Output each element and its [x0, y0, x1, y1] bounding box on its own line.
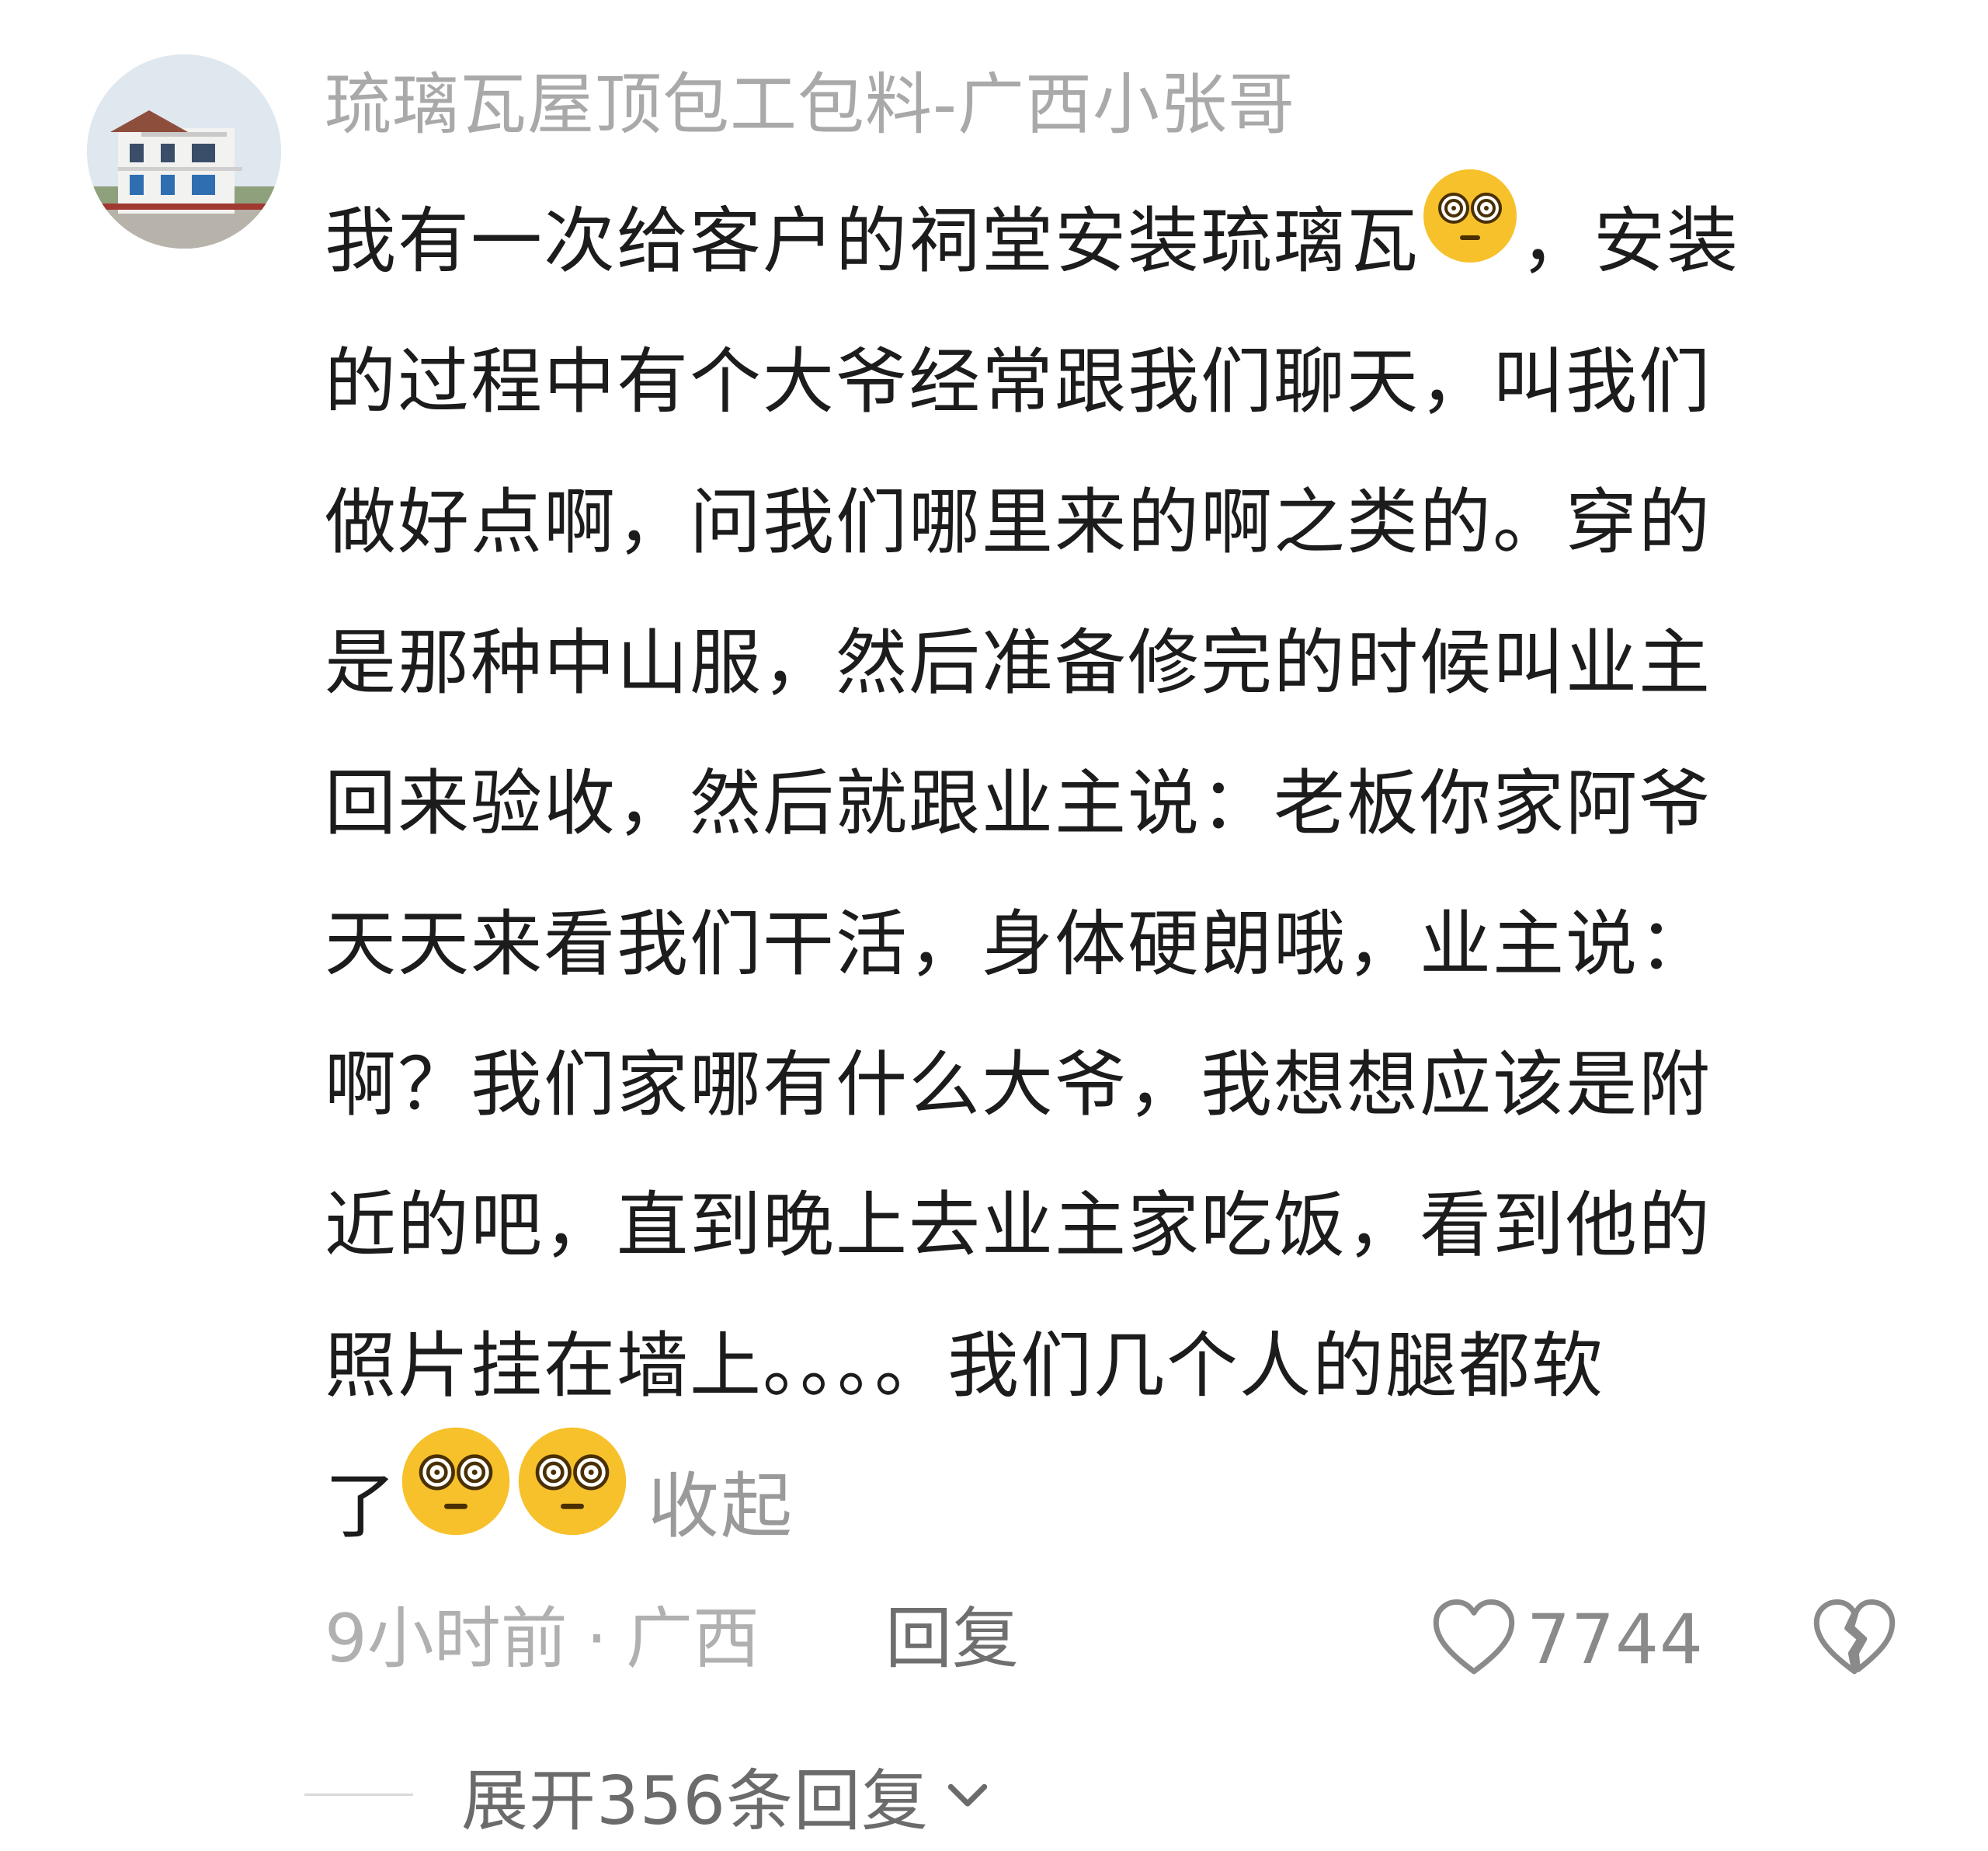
expand-replies-label: 展开356条回复 — [461, 1762, 930, 1840]
author-name[interactable]: 琉璃瓦屋顶包工包料-广西小张哥 — [325, 54, 1295, 155]
comment-line: 了 收起 — [325, 1427, 1893, 1577]
comment-line: 的过程中有个大爷经常跟我们聊天，叫我们 — [325, 340, 1712, 423]
comment-line: 近的吧，直到晚上去业主家吃饭，看到他的 — [325, 1184, 1712, 1267]
comment-line: 回来验收，然后就跟业主说：老板你家阿爷 — [325, 762, 1712, 845]
reply-button[interactable]: 回复 — [885, 1592, 1019, 1686]
chevron-down-icon — [947, 1783, 988, 1807]
dizzy-face-emoji-icon — [1420, 165, 1521, 312]
dislike-button[interactable] — [1809, 1594, 1899, 1684]
comment-line: 天天来看我们干活，身体硬朗哦，业主说： — [325, 903, 1712, 986]
comment-text: 我有一次给客户的祠堂安装琉璃瓦 — [325, 200, 1420, 283]
heart-icon — [1433, 1599, 1515, 1675]
dizzy-face-emoji-icon — [398, 1423, 514, 1585]
comment-line: 照片挂在墙上。。。。我们几个人的腿都软 — [325, 1324, 1605, 1407]
comment-line: 啊？我们家哪有什么大爷，我想想应该是附 — [325, 1043, 1712, 1126]
collapse-button[interactable]: 收起 — [648, 1465, 794, 1548]
comment-line: 我有一次给客户的祠堂安装琉璃瓦 ，安装 — [325, 169, 1893, 311]
comment-location: 广西 — [626, 1600, 760, 1678]
comment-body: 我有一次给客户的祠堂安装琉璃瓦 ，安装 的过程中有个大爷经常跟我们聊天，叫我们 做… — [325, 169, 1893, 1577]
divider — [304, 1793, 413, 1796]
comment-text: 了 — [325, 1465, 398, 1548]
dizzy-face-emoji-icon — [514, 1423, 631, 1585]
avatar[interactable] — [87, 54, 281, 249]
comment-time: 9小时前 — [325, 1600, 568, 1678]
like-count: 7744 — [1527, 1599, 1704, 1679]
comment-text: ，安装 — [1521, 200, 1740, 283]
comment-line: 是那种中山服，然后准备修完的时候叫业主 — [325, 621, 1712, 705]
meta-separator: · — [586, 1600, 608, 1678]
comment-line: 做好点啊，问我们哪里来的啊之类的。穿的 — [325, 481, 1712, 564]
expand-replies-button[interactable]: 展开356条回复 — [304, 1748, 996, 1841]
comment-meta: 9小时前 · 广西 — [325, 1592, 759, 1686]
house-avatar-icon — [87, 54, 281, 249]
like-button[interactable]: 7744 — [1429, 1591, 1704, 1687]
broken-heart-icon — [1813, 1599, 1896, 1675]
